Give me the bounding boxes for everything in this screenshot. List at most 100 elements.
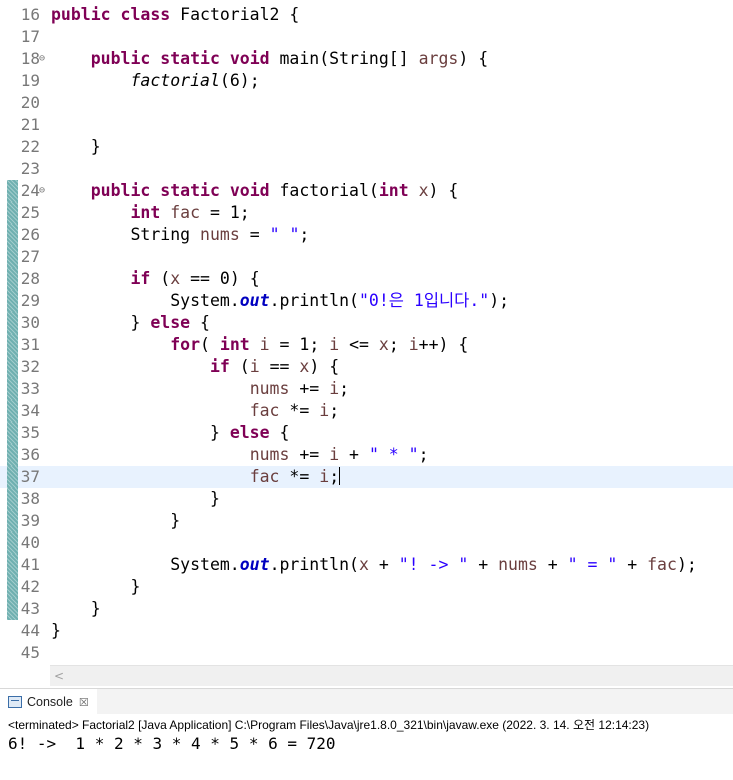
change-marker xyxy=(7,488,18,510)
line-number: 43 xyxy=(20,599,40,618)
line-number: 16 xyxy=(20,5,40,24)
line-number: 24 xyxy=(20,181,40,200)
code-text: fac *= i; xyxy=(249,467,341,486)
code-line[interactable]: 20 xyxy=(0,92,733,114)
code-line[interactable]: 27 xyxy=(0,246,733,268)
change-marker xyxy=(7,312,18,334)
code-line[interactable]: 29 System.out.println("0!은 1입니다."); xyxy=(0,290,733,312)
line-number: 20 xyxy=(20,93,40,112)
code-line[interactable]: 31 for( int i = 1; i <= x; i++) { xyxy=(0,334,733,356)
line-number: 19 xyxy=(20,71,40,90)
line-number: 35 xyxy=(20,423,40,442)
change-marker xyxy=(7,554,18,576)
line-number: 29 xyxy=(20,291,40,310)
code-editor[interactable]: 16 public class Factorial2 { 17 18 ⊖ public … xyxy=(0,0,733,665)
change-marker xyxy=(7,290,18,312)
code-line[interactable]: 25 int fac = 1; xyxy=(0,202,733,224)
code-line[interactable]: 43 } xyxy=(0,598,733,620)
code-text: } else { xyxy=(51,423,290,442)
console-tab-label: Console xyxy=(27,695,73,709)
horizontal-scrollbar[interactable]: < xyxy=(50,665,733,686)
scrollbar-corner xyxy=(0,665,50,685)
code-text: } xyxy=(51,599,101,618)
code-line[interactable]: 33 nums += i; xyxy=(0,378,733,400)
line-number: 34 xyxy=(20,401,40,420)
fold-toggle-icon[interactable]: ⊖ xyxy=(39,180,45,202)
console-output-panel[interactable]: <terminated> Factorial2 [Java Applicatio… xyxy=(0,714,733,780)
line-number: 36 xyxy=(20,445,40,464)
line-number: 21 xyxy=(20,115,40,134)
code-text: factorial(6); xyxy=(130,71,260,90)
code-line[interactable]: 35 } else { xyxy=(0,422,733,444)
scroll-left-icon[interactable]: < xyxy=(54,666,64,686)
change-marker xyxy=(7,444,18,466)
code-text: if (x == 0) { xyxy=(130,269,260,288)
code-line[interactable]: 19 factorial(6); xyxy=(0,70,733,92)
code-line[interactable]: 45 xyxy=(0,642,733,664)
code-line[interactable]: 23 xyxy=(0,158,733,180)
line-number: 33 xyxy=(20,379,40,398)
code-line[interactable]: 21 xyxy=(0,114,733,136)
line-number: 38 xyxy=(20,489,40,508)
code-text: } xyxy=(51,511,181,530)
code-line[interactable]: 30 } else { xyxy=(0,312,733,334)
code-line[interactable]: 40 xyxy=(0,532,733,554)
code-text: if (i == x) { xyxy=(209,357,340,376)
line-number: 40 xyxy=(20,533,40,552)
code-text: } xyxy=(51,621,61,640)
change-marker xyxy=(7,378,18,400)
line-number: 42 xyxy=(20,577,40,596)
code-line[interactable]: 42 } xyxy=(0,576,733,598)
change-marker xyxy=(7,180,18,202)
change-marker xyxy=(7,246,18,268)
code-line[interactable]: 41 System.out.println(x + "! -> " + nums… xyxy=(0,554,733,576)
change-marker xyxy=(7,422,18,444)
code-line[interactable]: 37 fac *= i; xyxy=(0,466,733,488)
code-text: } xyxy=(51,137,101,156)
close-icon[interactable]: ☒ xyxy=(79,696,89,709)
fold-toggle-icon[interactable]: ⊖ xyxy=(39,48,45,70)
line-number: 31 xyxy=(20,335,40,354)
change-marker xyxy=(7,466,18,488)
code-line[interactable]: 18 ⊖ public static void main(String[] arg… xyxy=(0,48,733,70)
line-number: 26 xyxy=(20,225,40,244)
line-number: 28 xyxy=(20,269,40,288)
code-line[interactable]: 38 } xyxy=(0,488,733,510)
line-number: 27 xyxy=(20,247,40,266)
change-marker xyxy=(7,268,18,290)
tab-console[interactable]: Console ☒ xyxy=(0,689,97,715)
code-line[interactable]: 16 public class Factorial2 { xyxy=(0,4,733,26)
change-marker xyxy=(7,598,18,620)
code-line[interactable]: 39 } xyxy=(0,510,733,532)
terminated-status: <terminated> Factorial2 [Java Applicatio… xyxy=(8,718,650,732)
line-number: 32 xyxy=(20,357,40,376)
line-number: 23 xyxy=(20,159,40,178)
code-text: fac *= i; xyxy=(249,401,340,420)
code-text: public class Factorial2 { xyxy=(51,5,300,24)
change-marker xyxy=(7,510,18,532)
code-line[interactable]: 28 if (x == 0) { xyxy=(0,268,733,290)
line-number: 25 xyxy=(20,203,40,222)
code-line[interactable]: 36 nums += i + " * "; xyxy=(0,444,733,466)
code-line[interactable]: 22 } xyxy=(0,136,733,158)
code-text: String nums = " "; xyxy=(51,225,310,244)
code-text: int fac = 1; xyxy=(130,203,250,222)
code-text: } else { xyxy=(51,313,210,332)
code-line[interactable]: 24 ⊖ public static void factorial(int x) … xyxy=(0,180,733,202)
code-line[interactable]: 34 fac *= i; xyxy=(0,400,733,422)
code-text: } xyxy=(51,577,141,596)
code-text: nums += i; xyxy=(249,379,350,398)
code-text: System.out.println("0!은 1입니다."); xyxy=(51,291,510,310)
line-number: 37 xyxy=(20,467,40,486)
line-number: 17 xyxy=(20,27,40,46)
console-output-line: 6! -> 1 * 2 * 3 * 4 * 5 * 6 = 720 xyxy=(8,734,336,753)
code-line[interactable]: 44} xyxy=(0,620,733,642)
change-marker xyxy=(7,576,18,598)
change-marker xyxy=(7,202,18,224)
code-line[interactable]: 26 String nums = " "; xyxy=(0,224,733,246)
line-number: 39 xyxy=(20,511,40,530)
code-line[interactable]: 17 xyxy=(0,26,733,48)
code-text: for( int i = 1; i <= x; i++) { xyxy=(170,335,469,354)
code-line[interactable]: 32 if (i == x) { xyxy=(0,356,733,378)
line-number: 41 xyxy=(20,555,40,574)
